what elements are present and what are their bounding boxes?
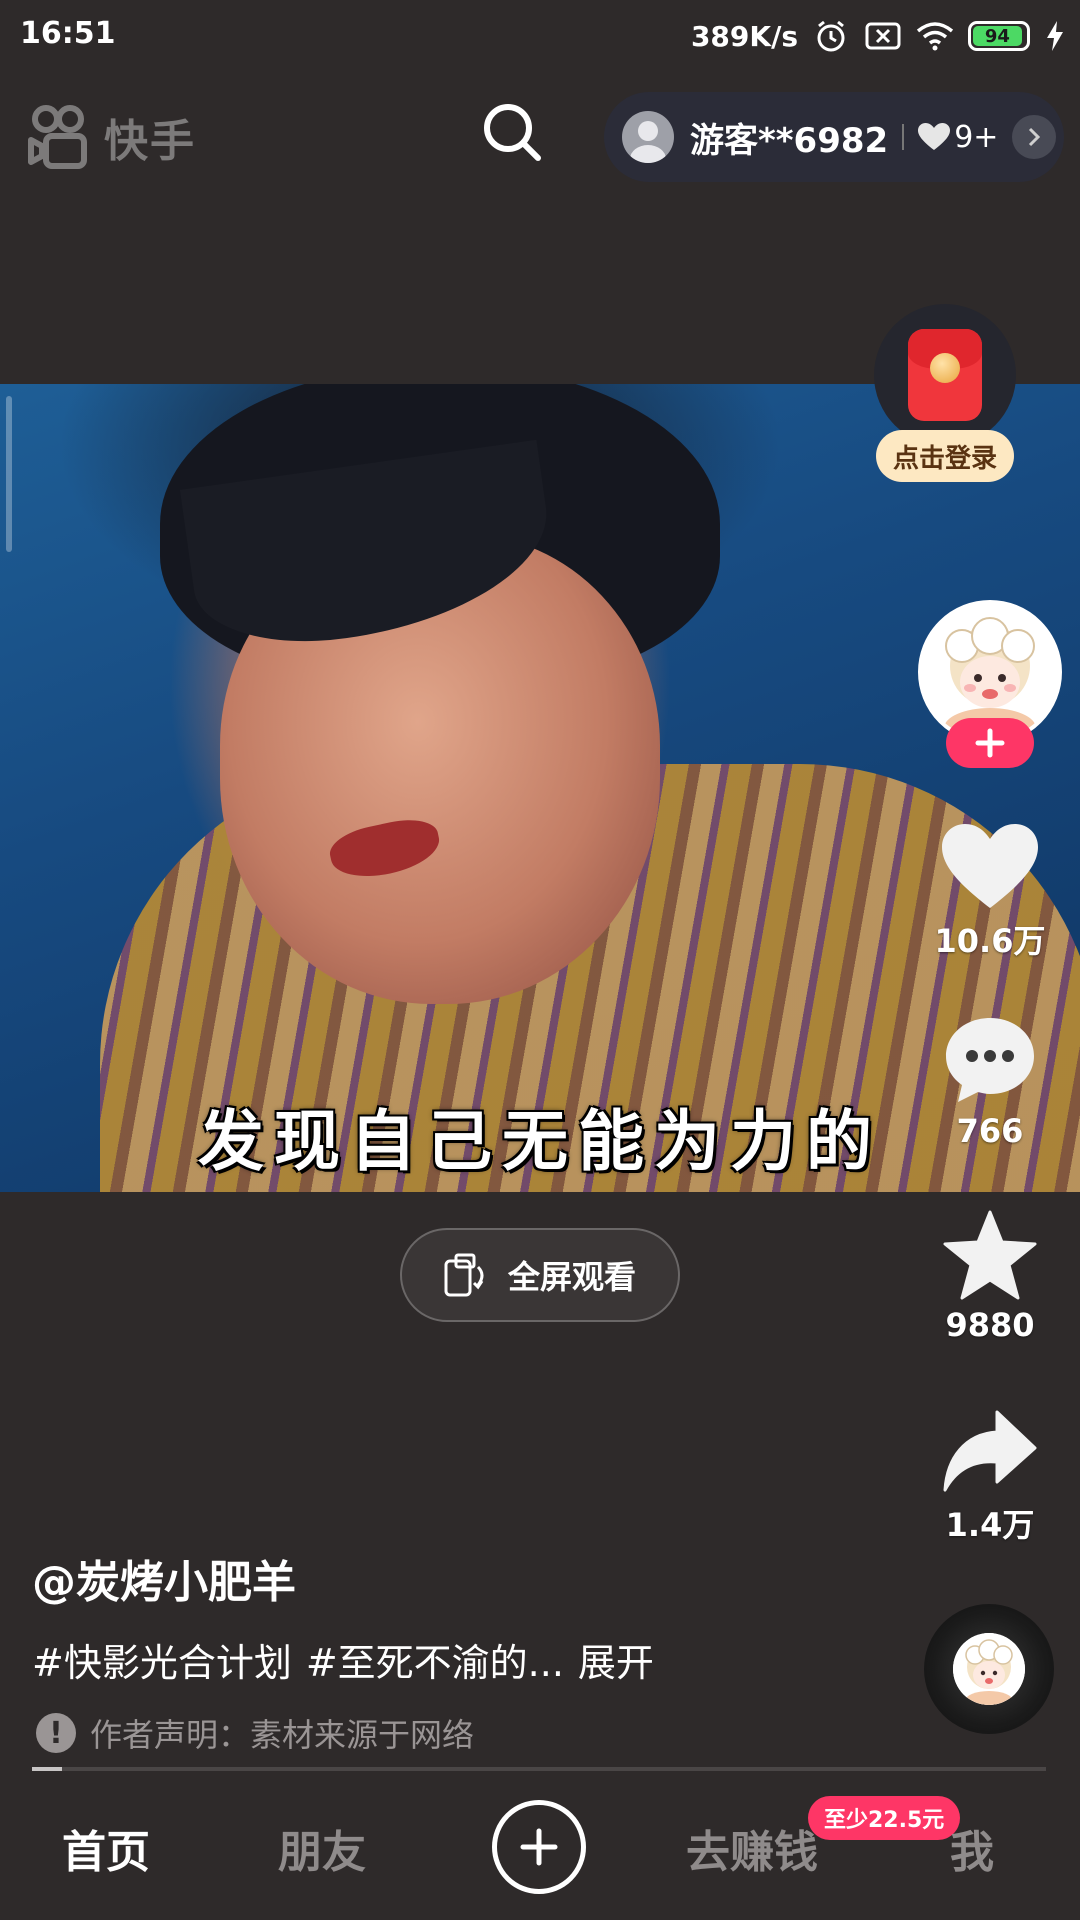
pill-divider: [902, 124, 905, 150]
plus-icon: [975, 728, 1005, 758]
battery-level: 94: [973, 26, 1022, 47]
author-statement-text: 作者声明：素材来源于网络: [90, 1716, 475, 1754]
hashtag[interactable]: #快影光合计划: [32, 1632, 292, 1687]
like-button[interactable]: 10.6万: [930, 824, 1050, 962]
network-speed: 389K/s: [690, 19, 798, 53]
follow-button[interactable]: [946, 718, 1034, 768]
comment-button[interactable]: 766: [930, 1016, 1050, 1150]
likes-count: 9+: [954, 119, 999, 155]
tab-friends[interactable]: 朋友: [278, 1816, 366, 1880]
bottom-nav: 首页 朋友 去赚钱 至少22.5元 我: [0, 1774, 1080, 1920]
alert-icon: !: [36, 1713, 76, 1753]
rotate-screen-icon: [444, 1253, 484, 1297]
red-packet-icon: [908, 329, 982, 421]
tab-earn[interactable]: 去赚钱: [686, 1816, 818, 1880]
status-icons: 389K/s 94: [691, 16, 1066, 56]
tab-home[interactable]: 首页: [62, 1816, 150, 1880]
status-bar: 16:51 389K/s 94: [0, 0, 1080, 72]
likes-indicator: 9+: [918, 120, 998, 155]
heart-icon: [918, 123, 951, 150]
video-progress-bar[interactable]: [32, 1767, 1046, 1771]
charging-icon: [1044, 17, 1066, 55]
music-cover: [953, 1633, 1025, 1705]
favorite-button[interactable]: 9880: [930, 1210, 1050, 1344]
hashtag[interactable]: #至死不渝的...: [306, 1632, 564, 1687]
kuaishou-logo-icon: [28, 105, 87, 169]
share-icon: [943, 1410, 1037, 1492]
scroll-indicator: [6, 396, 12, 552]
status-time: 16:51: [20, 16, 116, 51]
guest-avatar: [622, 111, 674, 163]
favorite-count: 9880: [945, 1306, 1035, 1344]
video-subtitle: 发现自己无能为力的: [198, 1103, 882, 1180]
create-button[interactable]: [492, 1800, 586, 1894]
music-disc[interactable]: [924, 1604, 1054, 1734]
battery-icon: 94: [968, 21, 1030, 51]
red-packet-button[interactable]: [874, 304, 1016, 446]
logo-text: 快手: [104, 116, 196, 167]
guest-user-pill[interactable]: 游客**6982 9+: [604, 92, 1064, 182]
fullscreen-label: 全屏观看: [507, 1258, 636, 1296]
top-bar: 快手 游客**6982 9+: [0, 72, 1080, 202]
share-count: 1.4万: [945, 1506, 1035, 1544]
kuaishou-logo: 快手: [28, 104, 196, 170]
video-description: #快影光合计划 #至死不渝的... 展开: [32, 1632, 654, 1687]
plus-icon: [520, 1828, 558, 1866]
wifi-icon: [916, 17, 954, 55]
star-icon: [943, 1210, 1037, 1300]
user-icon: [630, 121, 666, 163]
search-button[interactable]: [480, 100, 544, 164]
author-statement: ! 作者声明：素材来源于网络: [36, 1710, 474, 1756]
chevron-right-icon: [1012, 115, 1057, 159]
like-count: 10.6万: [934, 922, 1046, 960]
search-icon: [484, 104, 541, 161]
expand-link[interactable]: 展开: [578, 1632, 654, 1687]
login-prompt[interactable]: 点击登录: [876, 430, 1014, 482]
earn-badge: 至少22.5元: [808, 1796, 961, 1840]
comment-icon: [946, 1018, 1034, 1102]
video-progress-fill: [32, 1767, 63, 1771]
comment-count: 766: [956, 1112, 1024, 1150]
heart-icon: [942, 824, 1038, 908]
alarm-icon: [812, 17, 850, 55]
fullscreen-button[interactable]: 全屏观看: [400, 1228, 680, 1322]
tab-me[interactable]: 我: [950, 1816, 994, 1880]
sheep-avatar-icon: [953, 1633, 1025, 1705]
author-name[interactable]: @炭烤小肥羊: [32, 1546, 296, 1610]
video-player[interactable]: 发现自己无能为力的: [0, 384, 1080, 1192]
guest-username: 游客**6982: [690, 120, 889, 161]
share-button[interactable]: 1.4万: [930, 1410, 1050, 1546]
sim-off-icon: [864, 17, 902, 55]
